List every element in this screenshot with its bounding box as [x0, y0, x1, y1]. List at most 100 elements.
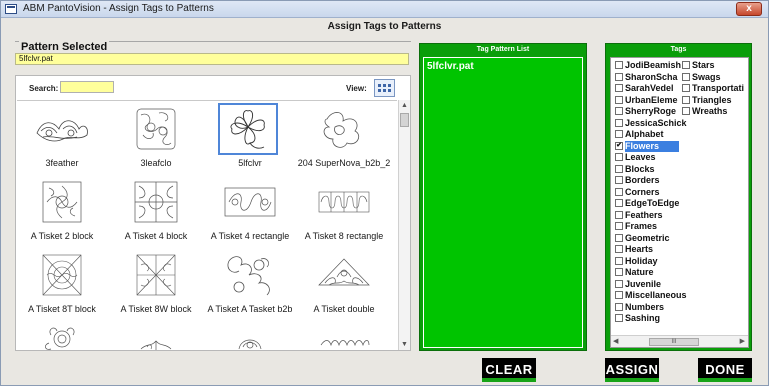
tag-item[interactable]: Borders — [615, 175, 745, 186]
scroll-down-arrow-icon[interactable]: ▼ — [399, 339, 410, 350]
tag-item[interactable]: JodiBeamish — [615, 60, 681, 71]
tag-item[interactable]: Corners — [615, 187, 745, 198]
tisket-4-block-icon — [127, 178, 185, 226]
tag-pattern-list-item[interactable]: 5lfclvr.pat — [427, 61, 474, 72]
tag-checkbox[interactable] — [615, 233, 623, 242]
tag-item[interactable]: Nature — [615, 267, 745, 278]
tag-item[interactable]: Leaves — [615, 152, 745, 163]
tag-label: Flowers — [625, 140, 680, 152]
title-bar: ABM PantoVision - Assign Tags to Pattern… — [1, 1, 768, 18]
tag-item[interactable]: Swags — [682, 72, 748, 83]
tag-checkbox[interactable] — [682, 84, 690, 92]
view-label: View: — [346, 84, 367, 93]
tags-list[interactable]: JodiBeamish SharonScha SarahVedel UrbanE… — [610, 57, 749, 348]
tag-item[interactable]: SarahVedel — [615, 83, 681, 94]
tag-label: Borders — [625, 175, 660, 185]
tag-checkbox[interactable] — [615, 210, 623, 219]
tag-item-selected[interactable]: ✔ Flowers — [615, 140, 745, 152]
tag-checkbox[interactable] — [615, 164, 623, 173]
tag-label: Swags — [692, 71, 721, 82]
pattern-selected-label: Pattern Selected — [19, 41, 110, 53]
feather-pattern-icon — [33, 105, 91, 153]
tag-item[interactable]: Frames — [615, 221, 745, 232]
scroll-up-arrow-icon[interactable]: ▲ — [399, 100, 410, 111]
tag-item[interactable]: Stars — [682, 60, 748, 71]
tag-item[interactable]: UrbanEleme — [615, 95, 681, 106]
tags-horizontal-scrollbar[interactable]: ◀ III ▶ — [611, 335, 748, 347]
tag-checkbox[interactable] — [615, 291, 623, 299]
scroll-thumb[interactable] — [400, 113, 409, 127]
tag-checkbox-checked[interactable]: ✔ — [615, 141, 623, 150]
tag-item[interactable]: SherryRoge — [615, 106, 681, 117]
pattern-vertical-scrollbar[interactable]: ▲ ▼ — [398, 100, 410, 350]
tag-checkbox[interactable] — [615, 118, 623, 127]
tag-label: Holiday — [625, 255, 658, 266]
tag-checkbox[interactable] — [615, 245, 623, 253]
tag-item[interactable]: Juvenile — [615, 279, 745, 290]
tag-checkbox[interactable] — [615, 130, 623, 138]
search-label: Search: — [29, 84, 59, 93]
pattern-caption: A Tisket A Tasket b2b — [207, 304, 293, 314]
tag-item[interactable]: Blocks — [615, 164, 745, 175]
tag-item[interactable]: JessicaSchick — [615, 118, 745, 129]
tag-checkbox[interactable] — [682, 72, 690, 81]
tag-checkbox[interactable] — [682, 95, 690, 104]
tag-item[interactable]: Alphabet — [615, 129, 745, 140]
tag-item[interactable]: Miscellaneous — [615, 290, 745, 301]
scroll-left-arrow-icon[interactable]: ◀ — [613, 336, 618, 347]
tag-item[interactable]: Sashing — [615, 313, 745, 324]
tag-pattern-list-panel: Tag Pattern List 5lfclvr.pat — [419, 43, 587, 351]
tag-checkbox[interactable] — [615, 84, 623, 92]
tag-checkbox[interactable] — [615, 107, 623, 115]
tag-item[interactable]: Numbers — [615, 302, 745, 313]
tag-item[interactable]: Wreaths — [682, 106, 748, 117]
tag-checkbox[interactable] — [682, 61, 690, 69]
tag-pattern-list-header: Tag Pattern List — [476, 46, 530, 53]
tag-label: Frames — [625, 221, 658, 231]
assign-button[interactable]: ASSIGN — [605, 358, 659, 382]
pattern-browser: Search: View: 3feather 3leafclo 5lfclvr … — [15, 75, 411, 351]
tag-checkbox[interactable] — [615, 199, 623, 207]
pattern-caption: A Tisket 8T block — [28, 304, 96, 314]
pattern-caption: 3feather — [45, 158, 79, 168]
tag-checkbox[interactable] — [615, 176, 623, 184]
tag-checkbox[interactable] — [615, 95, 623, 104]
scroll-right-arrow-icon[interactable]: ▶ — [740, 336, 745, 347]
tag-pattern-list[interactable]: 5lfclvr.pat — [423, 57, 583, 348]
pattern-caption: A Tisket double — [313, 304, 375, 314]
tag-item[interactable]: Geometric — [615, 233, 745, 244]
tag-checkbox[interactable] — [615, 302, 623, 311]
grid-view-icon[interactable] — [374, 79, 395, 97]
done-button[interactable]: DONE — [698, 358, 752, 382]
tag-label: Juvenile — [625, 278, 662, 289]
tag-label: Miscellaneous — [625, 290, 687, 300]
search-input[interactable] — [60, 81, 114, 93]
tag-item[interactable]: Hearts — [615, 244, 745, 255]
pattern-caption: A Tisket 4 block — [124, 231, 188, 241]
tag-checkbox[interactable] — [615, 187, 623, 196]
tag-checkbox[interactable] — [615, 72, 623, 81]
tag-item[interactable]: Transportati — [682, 83, 748, 94]
tag-checkbox[interactable] — [615, 222, 623, 230]
tag-item[interactable]: Feathers — [615, 210, 745, 221]
clear-button[interactable]: CLEAR — [482, 358, 536, 382]
tag-checkbox[interactable] — [615, 61, 623, 69]
tag-item[interactable]: Triangles — [682, 95, 748, 106]
tags-header: Tags — [670, 46, 687, 53]
tag-label: Triangles — [692, 94, 732, 105]
tag-label: Leaves — [625, 152, 656, 162]
tag-item[interactable]: EdgeToEdge — [615, 198, 745, 209]
tag-item[interactable]: SharonScha — [615, 72, 681, 83]
tag-checkbox[interactable] — [615, 314, 623, 322]
tag-checkbox[interactable] — [615, 279, 623, 288]
tag-checkbox[interactable] — [615, 153, 623, 161]
tag-checkbox[interactable] — [615, 268, 623, 276]
tag-item[interactable]: Holiday — [615, 256, 745, 267]
tisket-2-block-icon — [33, 178, 91, 226]
tag-checkbox[interactable] — [682, 107, 690, 115]
pattern-partial-icon — [33, 325, 91, 350]
scroll-thumb[interactable]: III — [649, 338, 699, 346]
tag-label: Feathers — [625, 209, 663, 220]
close-button[interactable]: x — [736, 2, 762, 16]
tag-checkbox[interactable] — [615, 256, 623, 265]
